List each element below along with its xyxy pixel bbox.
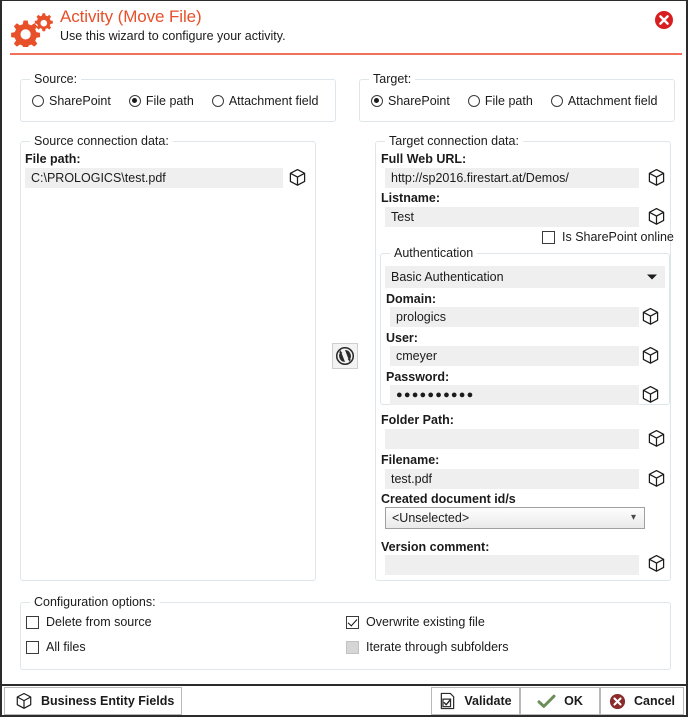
- radio-mark-selected-icon: [371, 95, 383, 107]
- source-radio-sharepoint[interactable]: SharePoint: [32, 94, 111, 108]
- auth-user-cube-icon[interactable]: [641, 346, 660, 365]
- checkbox-all-files[interactable]: All files: [26, 640, 86, 654]
- checkbox-delete-from-source[interactable]: Delete from source: [26, 615, 152, 629]
- configuration-options-group: Configuration options:: [20, 595, 671, 670]
- radio-mark-icon: [32, 95, 44, 107]
- checkbox-mark-icon: [542, 230, 555, 244]
- auth-password-label: Password:: [386, 370, 450, 384]
- source-radio-attachment-field[interactable]: Attachment field: [211, 94, 319, 108]
- version-comment-cube-icon[interactable]: [647, 554, 666, 573]
- checkbox-mark-icon: [26, 615, 39, 629]
- target-full-web-url-label: Full Web URL:: [381, 152, 467, 166]
- source-radio-group: SharePoint File path Attachment field: [32, 94, 332, 108]
- cancel-circle-icon: [609, 693, 626, 710]
- is-sharepoint-online-checkbox[interactable]: Is SharePoint online: [542, 230, 674, 244]
- check-icon: [537, 694, 556, 709]
- target-connection-group-title: Target connection data:: [385, 134, 523, 148]
- checkbox-mark-disabled-icon: [346, 640, 359, 654]
- ok-label: OK: [564, 694, 583, 708]
- business-entity-fields-label: Business Entity Fields: [41, 694, 175, 708]
- target-radio-group: SharePoint File path Attachment field: [371, 94, 671, 108]
- configuration-options-group-title: Configuration options:: [30, 595, 160, 609]
- target-full-web-url-cube-icon[interactable]: [647, 168, 666, 187]
- swap-circular-arrows-icon: [335, 346, 355, 366]
- created-document-ids-select[interactable]: <Unselected> ▾: [385, 507, 645, 529]
- source-radio-file-path[interactable]: File path: [128, 94, 194, 108]
- version-comment-label: Version comment:: [381, 540, 490, 554]
- gears-icon: [11, 11, 57, 50]
- target-group-title: Target:: [369, 72, 416, 86]
- dialog-bottom-bar: Business Entity Fields Validate OK Cance…: [2, 684, 686, 715]
- radio-mark-icon: [467, 95, 480, 107]
- source-connection-group-title: Source connection data:: [30, 134, 173, 148]
- source-radio-sharepoint-label: SharePoint: [49, 94, 111, 108]
- source-file-path-cube-icon[interactable]: [288, 168, 307, 187]
- source-file-path-input[interactable]: C:\PROLOGICS\test.pdf: [25, 168, 283, 188]
- ok-button[interactable]: OK: [520, 687, 600, 715]
- checkbox-mark-icon: [26, 640, 39, 654]
- cancel-label: Cancel: [634, 694, 675, 708]
- auth-domain-input[interactable]: prologics: [390, 307, 639, 327]
- source-radio-file-path-label: File path: [145, 94, 194, 108]
- checkbox-delete-from-source-label: Delete from source: [46, 615, 152, 629]
- radio-mark-icon: [211, 95, 224, 107]
- move-file-activity-dialog: Activity (Move File) Use this wizard to …: [0, 0, 688, 717]
- validate-button[interactable]: Validate: [431, 687, 520, 715]
- target-listname-cube-icon[interactable]: [647, 207, 666, 226]
- target-full-web-url-input[interactable]: http://sp2016.firestart.at/Demos/: [385, 168, 639, 188]
- target-radio-file-path[interactable]: File path: [467, 94, 533, 108]
- checkbox-all-files-label: All files: [46, 640, 86, 654]
- validate-document-icon: [439, 692, 456, 710]
- target-folder-path-input[interactable]: [385, 429, 639, 449]
- source-file-path-label: File path:: [25, 152, 81, 166]
- checkbox-mark-checked-icon: [346, 615, 359, 629]
- source-radio-attachment-field-label: Attachment field: [228, 94, 319, 108]
- target-folder-path-cube-icon[interactable]: [647, 429, 666, 448]
- auth-user-label: User:: [386, 331, 418, 345]
- target-filename-cube-icon[interactable]: [647, 469, 666, 488]
- target-radio-sharepoint[interactable]: SharePoint: [371, 94, 450, 108]
- auth-password-cube-icon[interactable]: [641, 385, 660, 404]
- target-listname-label: Listname:: [381, 191, 441, 205]
- target-filename-label: Filename:: [381, 453, 440, 467]
- auth-password-input[interactable]: ●●●●●●●●●●: [390, 385, 639, 405]
- validate-label: Validate: [464, 694, 512, 708]
- close-icon[interactable]: [654, 10, 674, 30]
- auth-user-input[interactable]: cmeyer: [390, 346, 639, 366]
- version-comment-input[interactable]: [385, 555, 639, 575]
- authentication-group-title: Authentication: [390, 246, 478, 260]
- target-radio-file-path-label: File path: [484, 94, 533, 108]
- source-group-title: Source:: [30, 72, 82, 86]
- is-sharepoint-online-label: Is SharePoint online: [562, 230, 674, 244]
- radio-mark-selected-icon: [128, 95, 141, 107]
- auth-domain-label: Domain:: [386, 292, 436, 306]
- target-filename-input[interactable]: test.pdf: [385, 469, 639, 489]
- target-folder-path-label: Folder Path:: [381, 413, 454, 427]
- dialog-header: Activity (Move File) Use this wizard to …: [2, 1, 686, 55]
- created-document-ids-value: <Unselected>: [392, 511, 470, 525]
- auth-domain-cube-icon[interactable]: [641, 307, 660, 326]
- business-entity-fields-button[interactable]: Business Entity Fields: [4, 687, 182, 715]
- checkbox-overwrite-existing-file[interactable]: Overwrite existing file: [346, 615, 485, 629]
- page-subtitle: Use this wizard to configure your activi…: [60, 29, 286, 43]
- cancel-button[interactable]: Cancel: [600, 687, 684, 715]
- header-divider: [10, 53, 682, 55]
- authentication-mode-select[interactable]: Basic Authentication: [385, 266, 665, 288]
- target-radio-sharepoint-label: SharePoint: [388, 94, 450, 108]
- chevron-down-icon: [647, 274, 657, 280]
- checkbox-iterate-through-subfolders: Iterate through subfolders: [346, 640, 508, 654]
- swap-source-target-button[interactable]: [332, 343, 358, 369]
- radio-mark-icon: [550, 95, 563, 107]
- cube-icon: [15, 692, 33, 710]
- page-title: Activity (Move File): [60, 7, 202, 26]
- target-radio-attachment-field-label: Attachment field: [567, 94, 658, 108]
- chevron-down-icon: ▾: [630, 512, 636, 523]
- created-document-ids-label: Created document id/s: [381, 492, 516, 506]
- source-connection-group: Source connection data:: [20, 134, 316, 581]
- target-listname-input[interactable]: Test: [385, 207, 639, 227]
- target-radio-attachment-field[interactable]: Attachment field: [550, 94, 658, 108]
- checkbox-overwrite-existing-file-label: Overwrite existing file: [366, 615, 485, 629]
- authentication-mode-value: Basic Authentication: [391, 270, 504, 284]
- checkbox-iterate-through-subfolders-label: Iterate through subfolders: [366, 640, 509, 654]
